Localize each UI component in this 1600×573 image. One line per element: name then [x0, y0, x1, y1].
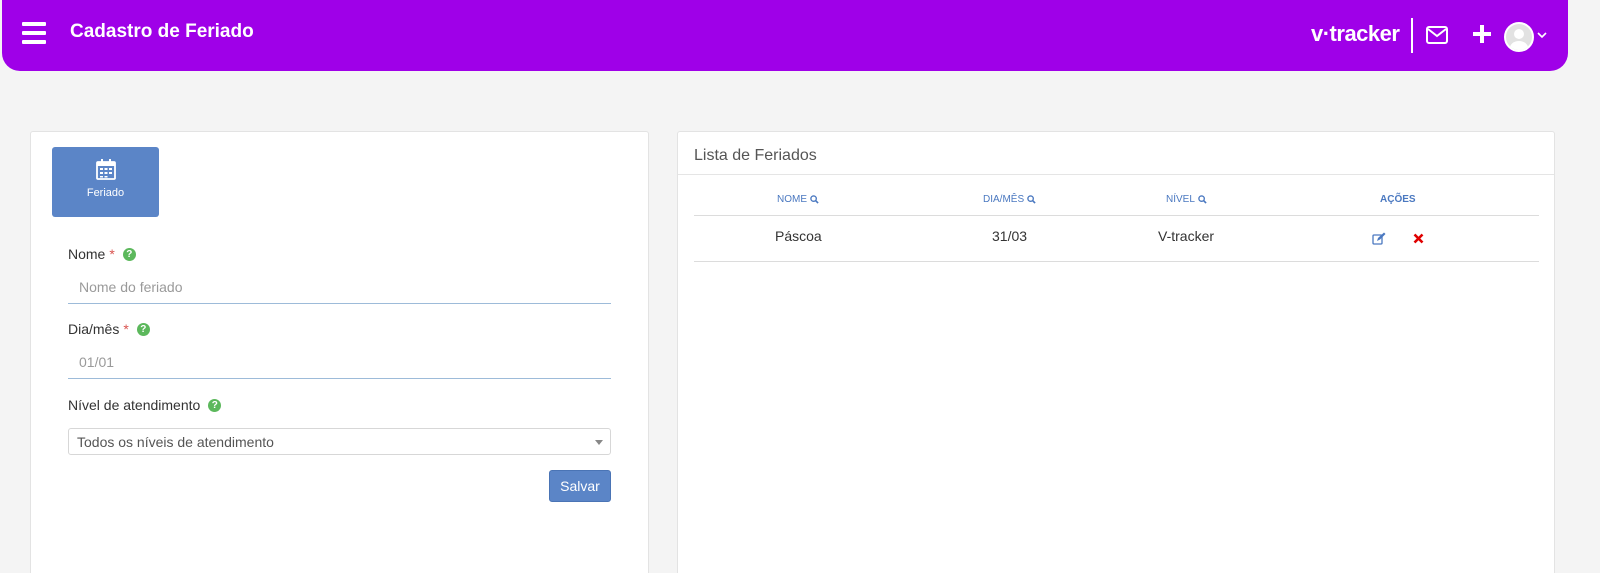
- column-header-label: NOME: [777, 194, 807, 205]
- hamburger-menu-icon[interactable]: [22, 22, 46, 44]
- holiday-form-card: Feriado Nome * ? Dia/mês * ? Nível de at…: [30, 131, 649, 573]
- holiday-list-card: Lista de Feriados NOME DIA/MÊS NÍVEL AÇÕ…: [677, 131, 1555, 573]
- column-header-level[interactable]: NÍVEL: [1166, 194, 1207, 205]
- brand-divider: [1411, 18, 1413, 53]
- divider: [678, 174, 1554, 175]
- delete-icon[interactable]: [1410, 231, 1426, 245]
- save-button[interactable]: Salvar: [549, 470, 611, 502]
- level-label-text: Nível de atendimento: [68, 397, 201, 413]
- column-header-label: NÍVEL: [1166, 194, 1195, 205]
- calendar-icon: [95, 159, 116, 180]
- help-icon[interactable]: ?: [122, 247, 136, 261]
- table-row-divider: [694, 261, 1539, 262]
- column-header-actions: AÇÕES: [1380, 194, 1416, 205]
- name-input[interactable]: [68, 270, 611, 304]
- level-select-value: Todos os níveis de atendimento: [77, 433, 274, 450]
- edit-icon[interactable]: [1371, 231, 1387, 245]
- date-input[interactable]: [68, 345, 611, 379]
- avatar[interactable]: [1504, 22, 1534, 52]
- required-mark: *: [123, 321, 129, 337]
- top-bar: Cadastro de Feriado v·tracker: [2, 0, 1568, 71]
- level-label: Nível de atendimento ?: [68, 397, 222, 413]
- required-mark: *: [109, 246, 115, 262]
- column-header-label: AÇÕES: [1380, 194, 1416, 205]
- plus-icon[interactable]: [1471, 23, 1493, 45]
- column-header-name[interactable]: NOME: [777, 194, 819, 205]
- level-select[interactable]: Todos os níveis de atendimento: [68, 428, 611, 455]
- mail-icon[interactable]: [1425, 24, 1449, 46]
- search-icon: [1198, 195, 1207, 204]
- search-icon: [1027, 195, 1036, 204]
- date-label: Dia/mês * ?: [68, 321, 150, 337]
- table-cell-level: V-tracker: [1158, 228, 1215, 244]
- holiday-tile-label: Feriado: [86, 187, 125, 199]
- page-title: Cadastro de Feriado: [70, 21, 254, 42]
- column-header-date[interactable]: DIA/MÊS: [983, 194, 1036, 205]
- table-cell-name: Páscoa: [775, 228, 822, 244]
- holiday-tile[interactable]: Feriado: [52, 147, 159, 217]
- list-title: Lista de Feriados: [694, 147, 817, 164]
- column-header-label: DIA/MÊS: [983, 194, 1025, 205]
- chevron-down-icon[interactable]: [1536, 29, 1548, 41]
- search-icon: [810, 195, 819, 204]
- name-label-text: Nome: [68, 246, 106, 262]
- name-label: Nome * ?: [68, 246, 136, 262]
- date-label-text: Dia/mês: [68, 321, 120, 337]
- table-cell-date: 31/03: [992, 228, 1028, 244]
- chevron-down-icon: [595, 440, 603, 445]
- table-header-divider: [694, 215, 1539, 216]
- help-icon[interactable]: ?: [208, 398, 222, 412]
- help-icon[interactable]: ?: [136, 322, 150, 336]
- brand-logo: v·tracker: [1311, 21, 1400, 46]
